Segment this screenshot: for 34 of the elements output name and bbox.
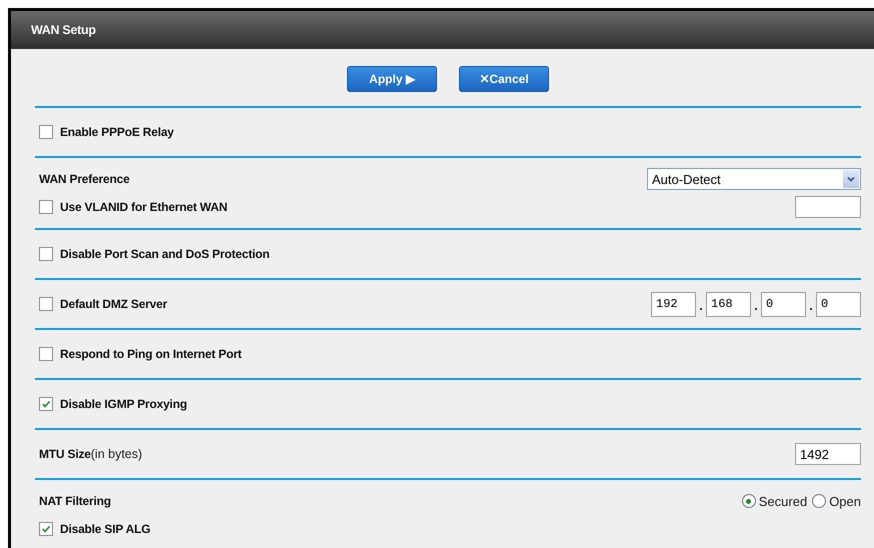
checkbox[interactable]: [39, 522, 53, 536]
checkbox-label: Disable Port Scan and DoS Protection: [60, 247, 270, 261]
checkbox[interactable]: [39, 200, 53, 214]
checkbox[interactable]: [39, 297, 53, 311]
unit-note: (in bytes): [90, 447, 142, 461]
checkmark-icon: [41, 524, 51, 534]
window-title: WAN Setup: [31, 23, 96, 37]
dropdown[interactable]: Auto-Detect: [647, 168, 861, 190]
ip-octet-field[interactable]: 0: [761, 292, 806, 316]
checkbox-label: Disable SIP ALG: [60, 522, 150, 536]
checkbox[interactable]: [39, 397, 53, 411]
checkbox-label: Use VLANID for Ethernet WAN: [60, 200, 228, 214]
checkbox-label: Respond to Ping on Internet Port: [60, 347, 242, 361]
checkbox-label: Enable PPPoE Relay: [60, 125, 174, 139]
radio-label: Open: [829, 494, 861, 508]
setting-label: WAN Preference: [39, 172, 130, 186]
checkbox-label: Disable IGMP Proxying: [60, 397, 187, 411]
setting-label: MTU Size: [39, 447, 91, 461]
checkmark-icon: [41, 399, 51, 409]
setting-label: NAT Filtering: [39, 494, 111, 508]
cancel-button[interactable]: ✕Cancel: [459, 66, 549, 92]
checkbox[interactable]: [39, 247, 53, 261]
input-field[interactable]: 1492: [795, 443, 861, 465]
ip-octet-field[interactable]: 192: [651, 292, 696, 316]
checkbox-label: Default DMZ Server: [60, 297, 168, 311]
input-field[interactable]: [795, 196, 861, 218]
apply-button[interactable]: Apply ▶: [347, 66, 437, 92]
ip-octet-field[interactable]: 0: [816, 292, 861, 316]
ip-octet-field[interactable]: 168: [706, 292, 751, 316]
radio-label: Secured: [758, 494, 808, 508]
radio-button[interactable]: [812, 494, 826, 508]
checkbox[interactable]: [39, 347, 53, 361]
radio-button[interactable]: [742, 494, 756, 508]
checkbox[interactable]: [39, 125, 53, 139]
